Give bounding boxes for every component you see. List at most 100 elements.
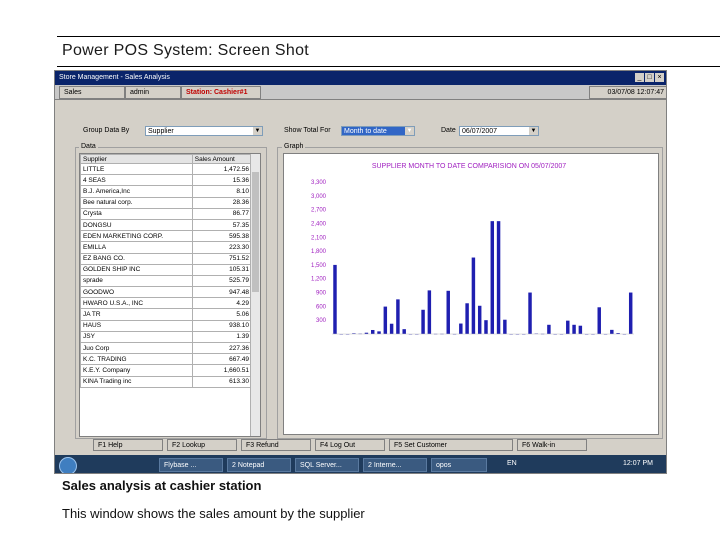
table-row[interactable]: Bee natural corp. 28.36 [80,196,253,209]
table-row[interactable]: EDEN MARKETING CORP. 595.38 [80,230,253,243]
supplier-cell[interactable]: LITTLE [80,162,193,176]
minimize-icon[interactable]: _ [635,73,644,82]
supplier-cell[interactable]: EZ BANG CO. [80,252,193,265]
chart-bar [465,303,469,334]
sales-amount-cell[interactable]: 223.30 [191,241,253,254]
supplier-cell[interactable]: K.C. TRADING [80,353,193,366]
taskbar-item-sqlserver[interactable]: SQL Server... [295,458,359,472]
language-indicator[interactable]: EN [507,460,517,467]
date-value: 06/07/2007 [462,128,498,135]
sales-amount-cell[interactable]: 595.38 [191,230,253,243]
supplier-cell[interactable]: GOODWO [80,286,193,299]
table-row[interactable]: EZ BANG CO. 751.52 [80,252,253,265]
grid-header-supplier[interactable]: Supplier [80,154,193,164]
table-row[interactable]: sprade 525.79 [80,274,253,288]
f5-set-customer-button[interactable]: F5 Set Customer [389,439,513,451]
table-row[interactable]: EMILLA 223.30 [80,241,253,254]
table-row[interactable]: JA TR 5.06 [80,308,253,321]
sales-amount-cell[interactable]: 4.29 [191,297,253,310]
sales-amount-cell[interactable]: 1,660.51 [191,364,253,377]
table-row[interactable]: JSY 1.39 [80,330,253,344]
sales-amount-cell[interactable]: 667.49 [191,353,253,366]
supplier-cell[interactable]: GOLDEN SHIP INC [80,263,193,276]
chevron-down-icon[interactable]: ▼ [405,127,414,135]
chevron-down-icon[interactable]: ▼ [253,127,262,135]
sales-amount-cell[interactable]: 1,472.56 [191,162,253,176]
sales-amount-cell[interactable]: 525.79 [191,274,253,288]
taskbar-item-opos[interactable]: opos [431,458,487,472]
taskbar-item-notepad[interactable]: 2 Notepad [227,458,291,472]
sales-amount-cell[interactable]: 613.30 [191,375,253,388]
table-row[interactable]: 4 SEAS 15.36 [80,174,253,187]
supplier-cell[interactable]: Juo Corp [80,341,193,355]
chart-bar [572,324,576,334]
f6-walk-in-button[interactable]: F6 Walk-in [517,439,587,451]
table-row[interactable]: GOLDEN SHIP INC 105.31 [80,263,253,276]
table-row[interactable]: LITTLE 1,472.56 [80,162,253,176]
show-total-label: Show Total For [284,127,331,134]
supplier-cell[interactable]: HWARO U.S.A., INC [80,297,193,310]
grid-scroll-thumb[interactable] [252,172,259,292]
supplier-cell[interactable]: Bee natural corp. [80,196,193,209]
sales-amount-cell[interactable]: 15.36 [191,174,253,187]
sales-amount-cell[interactable]: 105.31 [191,263,253,276]
table-row[interactable]: K.E.Y. Company 1,660.51 [80,364,253,377]
taskbar-item-internet[interactable]: 2 Interne... [363,458,427,472]
close-icon[interactable]: × [655,73,664,82]
chart-bar [459,323,463,334]
supplier-cell[interactable]: 4 SEAS [80,174,193,187]
sales-amount-cell[interactable]: 227.36 [191,341,253,355]
supplier-cell[interactable]: sprade [80,274,193,288]
f2-lookup-button[interactable]: F2 Lookup [167,439,237,451]
chart-bar [490,221,495,334]
show-total-select[interactable]: Month to date ▼ [341,126,415,136]
chart-bar [477,305,482,334]
title-rule-bottom [57,66,720,67]
table-row[interactable]: B.J. America,Inc 8.10 [80,185,253,198]
sales-amount-cell[interactable]: 57.35 [191,218,253,232]
date-picker[interactable]: 06/07/2007 ▼ [459,126,539,136]
start-button-icon[interactable] [59,457,77,473]
taskbar-item-flybase[interactable]: Flybase ... [159,458,223,472]
calendar-icon[interactable]: ▼ [529,127,538,135]
grid-scrollbar[interactable] [250,154,260,436]
supplier-cell[interactable]: K.E.Y. Company [80,364,193,377]
maximize-icon[interactable]: □ [645,73,654,82]
supplier-cell[interactable]: JA TR [80,308,193,321]
group-by-select[interactable]: Supplier ▼ [145,126,263,136]
supplier-cell[interactable]: KINA Trading inc [80,375,193,388]
sales-amount-cell[interactable]: 947.48 [191,286,253,299]
supplier-cell[interactable]: HAUS [80,319,193,332]
sales-amount-cell[interactable]: 5.06 [191,308,253,321]
grid-header-sales-amount[interactable]: Sales Amount [191,154,253,164]
y-tick-label: 1,200 [311,277,327,283]
table-row[interactable]: HWARO U.S.A., INC 4.29 [80,297,253,310]
function-key-bar: F1 Help F2 Lookup F3 Refund F4 Log Out F… [93,439,653,453]
table-row[interactable]: KINA Trading inc 613.30 [80,375,253,388]
supplier-cell[interactable]: JSY [80,330,193,344]
supplier-cell[interactable]: DONGSU [80,218,193,232]
supplier-cell[interactable]: B.J. America,Inc [80,185,193,198]
supplier-cell[interactable]: EMILLA [80,241,193,254]
sales-amount-cell[interactable]: 8.10 [191,185,253,198]
sales-amount-cell[interactable]: 28.36 [191,196,253,209]
f4-logout-button[interactable]: F4 Log Out [315,439,385,451]
supplier-cell[interactable]: Crysta [80,207,193,220]
sales-amount-cell[interactable]: 86.77 [191,207,253,220]
f1-help-button[interactable]: F1 Help [93,439,163,451]
table-row[interactable]: DONGSU 57.35 [80,218,253,232]
supplier-cell[interactable]: EDEN MARKETING CORP. [80,230,193,243]
table-row[interactable]: HAUS 938.10 [80,319,253,332]
table-row[interactable]: Crysta 86.77 [80,207,253,220]
sales-amount-cell[interactable]: 1.39 [191,330,253,344]
slide-title: Power POS System: Screen Shot [62,42,310,59]
sales-amount-cell[interactable]: 751.52 [191,252,253,265]
table-row[interactable]: K.C. TRADING 667.49 [80,353,253,366]
f3-refund-button[interactable]: F3 Refund [241,439,311,451]
status-module: Sales [59,86,125,99]
group-by-label: Group Data By [83,127,130,134]
sales-amount-cell[interactable]: 938.10 [191,319,253,332]
table-row[interactable]: Juo Corp 227.36 [80,341,253,355]
supplier-grid[interactable]: Supplier Sales Amount LITTLE 1,472.56 4 SE… [79,153,261,437]
table-row[interactable]: GOODWO 947.48 [80,286,253,299]
